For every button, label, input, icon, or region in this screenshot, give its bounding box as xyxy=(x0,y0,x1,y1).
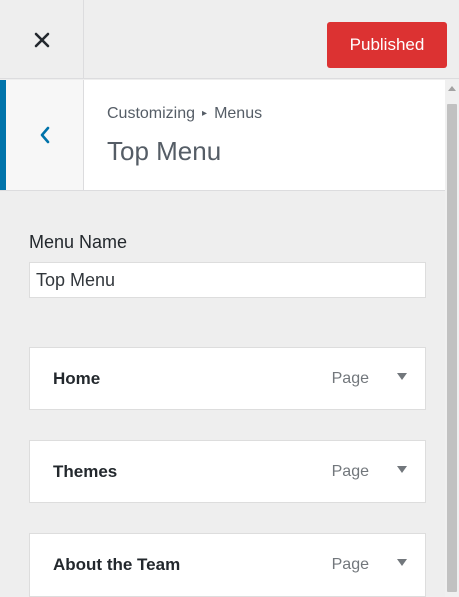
menu-item-title: Home xyxy=(53,369,101,388)
breadcrumb-current: Menus xyxy=(214,105,263,122)
menu-item-home[interactable]: Home Page xyxy=(29,347,426,410)
panel-scrollbar[interactable] xyxy=(445,80,459,597)
breadcrumb: Customizing ▸ Menus xyxy=(107,105,262,123)
caret-down-icon[interactable] xyxy=(397,559,407,566)
menu-item-title: Themes xyxy=(53,462,118,481)
menu-name-input[interactable] xyxy=(29,262,426,298)
menu-item-type: Page xyxy=(331,370,369,387)
menu-item-themes[interactable]: Themes Page xyxy=(29,440,426,503)
menu-item-title: About the Team xyxy=(53,555,181,574)
section-header: Customizing ▸ Menus Top Menu xyxy=(0,80,445,191)
menu-item-type: Page xyxy=(331,556,369,573)
breadcrumb-root: Customizing xyxy=(107,105,196,122)
menu-name-label: Menu Name xyxy=(29,232,128,252)
menu-item-type: Page xyxy=(331,463,369,480)
scroll-thumb[interactable] xyxy=(447,104,457,592)
chevron-left-icon xyxy=(40,126,49,144)
customizer-header: Published xyxy=(0,0,459,79)
customizer-panel: Published Customizing ▸ Menus Top Menu Men… xyxy=(0,0,459,597)
breadcrumb-separator: ▸ xyxy=(202,108,208,119)
publish-button[interactable]: Published xyxy=(327,22,447,68)
caret-down-icon[interactable] xyxy=(397,466,407,473)
page-title: Top Menu xyxy=(107,136,222,166)
close-customizer-button[interactable] xyxy=(0,0,84,79)
caret-down-icon[interactable] xyxy=(397,373,407,380)
close-icon xyxy=(34,32,49,47)
back-button[interactable] xyxy=(0,80,84,190)
menu-item-about-the-team[interactable]: About the Team Page xyxy=(29,533,426,597)
scroll-up-arrow-icon[interactable] xyxy=(448,86,456,91)
